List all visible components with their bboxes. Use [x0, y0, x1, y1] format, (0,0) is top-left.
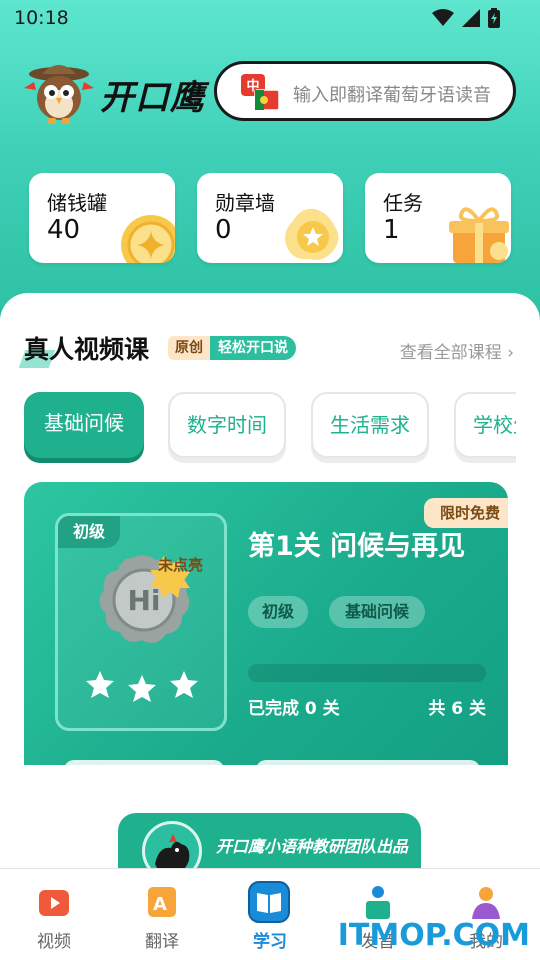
- nav-translate[interactable]: A 翻译: [108, 869, 216, 960]
- header-background: [0, 0, 540, 340]
- category-pill: 基础问候: [329, 596, 425, 628]
- team-banner: 开口鹰小语种教研团队出品: [118, 813, 421, 875]
- section-title: 真人视频课: [24, 335, 150, 364]
- language-flag-icon: 中: [241, 74, 281, 112]
- tab-numbers-time[interactable]: 数字时间: [168, 392, 286, 458]
- svg-text:A: A: [153, 894, 167, 915]
- star-rating-icon: [86, 671, 198, 702]
- total-count: 共 6 关: [428, 699, 486, 719]
- not-lit-label: 未点亮: [158, 556, 204, 574]
- signal-icon: [462, 9, 480, 27]
- medal-wall-card[interactable]: 勋章墙 0: [197, 173, 343, 263]
- medal-text: Hi: [127, 584, 160, 617]
- level-medal-box: 初级 Hi 未点亮: [55, 513, 227, 731]
- status-time: 10:18: [14, 7, 69, 29]
- nav-label: 学习: [253, 932, 287, 952]
- category-tabs: 基础问候 数字时间 生活需求 学校生活: [24, 392, 516, 464]
- view-all-courses-link[interactable]: 查看全部课程 ›: [400, 338, 514, 363]
- stat-title: 任务: [383, 191, 423, 215]
- star-medal-icon: [285, 208, 339, 260]
- gift-box-icon: [449, 207, 509, 263]
- card-action-left[interactable]: [64, 760, 224, 765]
- coin-icon: [121, 215, 175, 263]
- watermark: ITMOP.COM: [337, 918, 530, 953]
- lesson-card[interactable]: 限时免费 初级 Hi 未点亮 第1关 问候与再见 初级 基础问候 已完成 0 关…: [24, 482, 508, 765]
- book-icon: [248, 881, 290, 923]
- profile-icon: [472, 887, 500, 919]
- tab-basic-greetings[interactable]: 基础问候: [24, 392, 144, 458]
- easy-speak-badge: 轻松开口说: [210, 336, 296, 360]
- app-name: 开口鹰: [100, 78, 205, 118]
- stat-value: 1: [383, 215, 400, 245]
- completed-count: 已完成 0 关: [248, 699, 340, 719]
- mascot-logo: [22, 60, 96, 126]
- translate-icon: A: [148, 887, 176, 917]
- stat-value: 0: [215, 215, 232, 245]
- original-badge: 原创: [168, 336, 210, 360]
- wifi-icon: [432, 9, 454, 26]
- nav-study[interactable]: 学习: [216, 869, 324, 960]
- stat-title: 勋章墙: [215, 191, 275, 215]
- piggy-bank-card[interactable]: 储钱罐 40: [29, 173, 175, 263]
- tab-school-life[interactable]: 学校生活: [454, 392, 516, 458]
- lesson-progress-bar: [248, 664, 486, 682]
- pronounce-icon: [366, 886, 390, 919]
- status-bar: 10:18: [0, 0, 540, 36]
- nav-label: 翻译: [145, 932, 179, 952]
- battery-icon: [488, 8, 500, 28]
- task-card[interactable]: 任务 1: [365, 173, 511, 263]
- nav-video[interactable]: 视频: [0, 869, 108, 960]
- rooster-logo-icon: [142, 821, 202, 875]
- status-icons: [432, 8, 500, 28]
- video-icon: [39, 890, 69, 916]
- search-placeholder: 输入即翻译葡萄牙语读音: [293, 85, 491, 106]
- level-tag: 初级: [58, 516, 120, 548]
- lesson-title: 第1关 问候与再见: [248, 531, 466, 562]
- tab-daily-needs[interactable]: 生活需求: [311, 392, 429, 458]
- card-action-right[interactable]: [256, 760, 480, 765]
- translate-search-input[interactable]: 中 输入即翻译葡萄牙语读音: [214, 61, 516, 121]
- nav-label: 视频: [37, 932, 71, 952]
- stat-value: 40: [47, 215, 81, 245]
- level-pill: 初级: [248, 596, 308, 628]
- stat-title: 储钱罐: [47, 191, 107, 215]
- team-banner-text: 开口鹰小语种教研团队出品: [216, 837, 409, 856]
